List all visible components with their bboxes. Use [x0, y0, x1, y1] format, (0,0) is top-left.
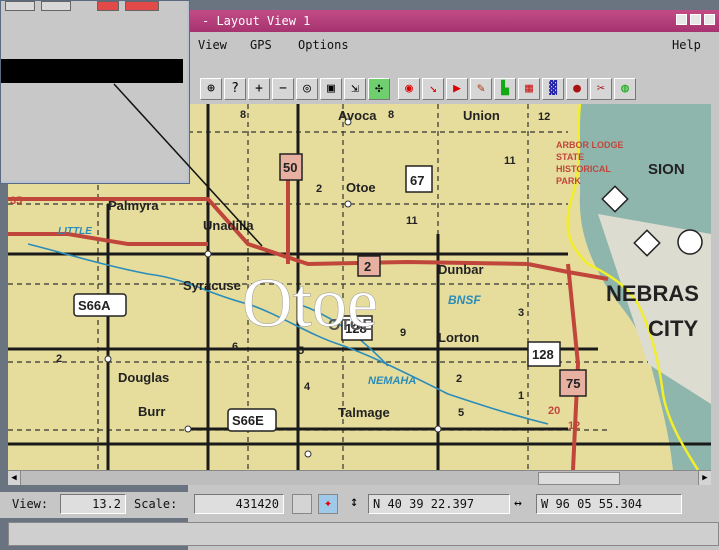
leader-line [113, 83, 263, 247]
leader-line-layer [113, 83, 263, 247]
